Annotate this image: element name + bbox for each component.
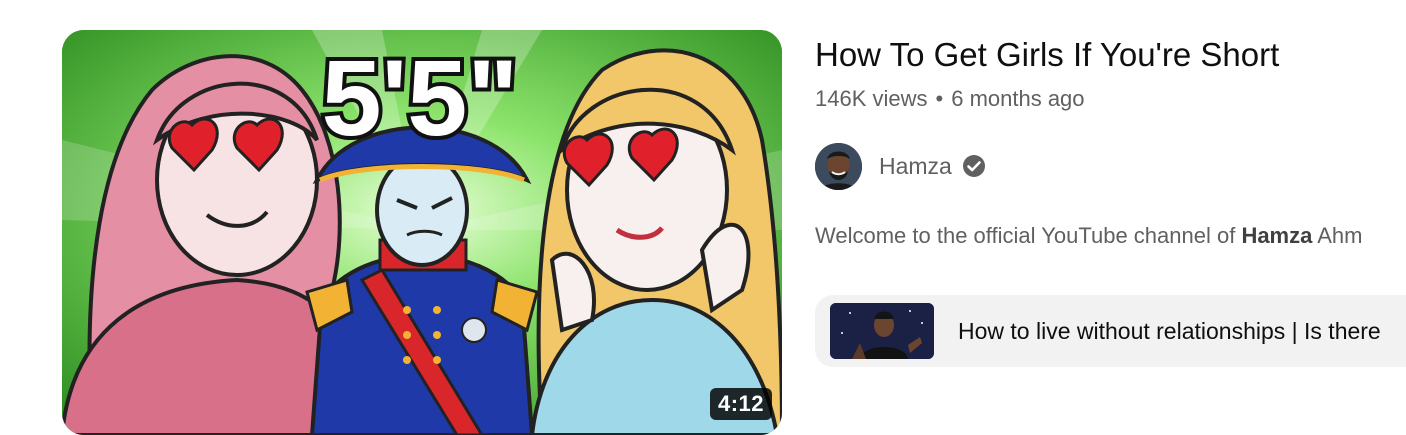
channel-avatar[interactable] [815, 143, 862, 190]
channel-name[interactable]: Hamza [879, 153, 952, 180]
verified-check-icon [962, 154, 986, 178]
metadata-separator: • [936, 86, 944, 111]
napoleon-figure [307, 128, 537, 435]
video-title[interactable]: How To Get Girls If You're Short [815, 33, 1279, 77]
description-highlight: Hamza [1241, 223, 1312, 248]
duration-badge: 4:12 [710, 388, 772, 420]
video-description-snippet: Welcome to the official YouTube channel … [815, 221, 1406, 251]
video-metadata: 146K views • 6 months ago [815, 84, 1085, 114]
related-chapter-chip[interactable]: How to live without relationships | Is t… [815, 295, 1406, 367]
thumbnail-height-text: 5'5" [321, 37, 518, 158]
description-suffix: Ahm [1312, 223, 1362, 248]
video-thumbnail[interactable]: 5'5" 4:12 [62, 30, 782, 435]
channel-info[interactable]: Hamza [815, 142, 986, 190]
related-chapter-thumbnail [830, 303, 934, 359]
thumbnail-illustration: 5'5" [62, 30, 782, 435]
view-count: 146K views [815, 86, 928, 111]
related-chapter-title[interactable]: How to live without relationships | Is t… [958, 318, 1381, 345]
description-prefix: Welcome to the official YouTube channel … [815, 223, 1241, 248]
upload-age: 6 months ago [951, 86, 1084, 111]
